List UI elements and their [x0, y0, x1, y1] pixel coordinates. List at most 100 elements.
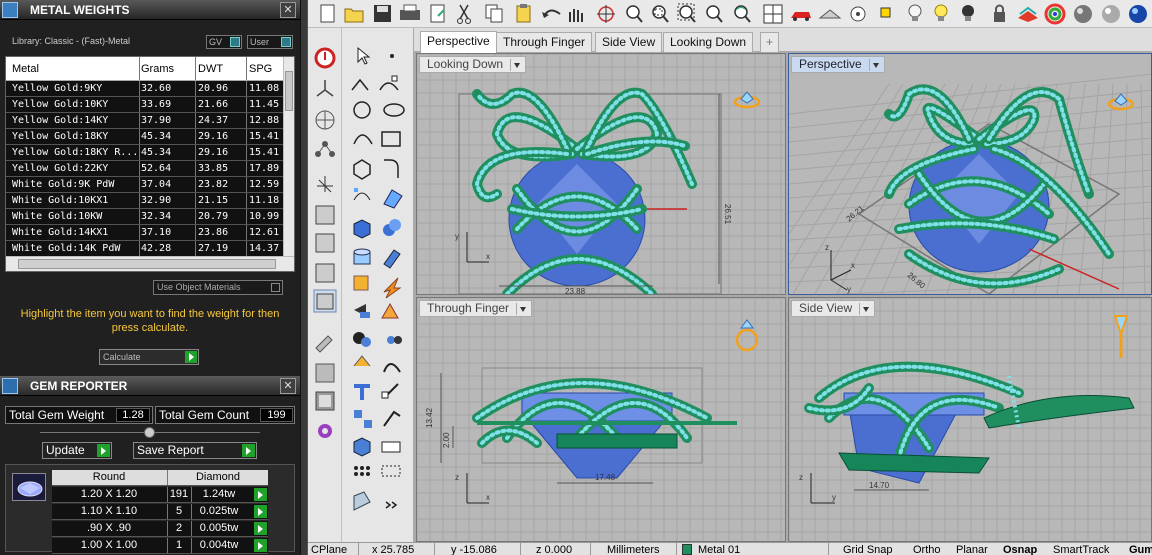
- four-viewports-icon[interactable]: [763, 4, 783, 24]
- metal-row[interactable]: White Gold:10KX1 32.90 21.15 11.18: [6, 193, 284, 209]
- cplane-label[interactable]: CPlane: [311, 543, 347, 555]
- light-bulb-icon[interactable]: [908, 4, 922, 21]
- chevron-down-icon[interactable]: [868, 59, 882, 71]
- text-icon[interactable]: [354, 384, 370, 400]
- add-tab-button[interactable]: +: [760, 32, 780, 52]
- puzzle-icon[interactable]: [353, 275, 369, 291]
- undo-view-icon[interactable]: [734, 5, 751, 23]
- through-finger-viewport-title[interactable]: Through Finger: [419, 300, 533, 317]
- named-cplanes-icon[interactable]: [818, 9, 842, 19]
- toggle-osnap-icon[interactable]: [850, 6, 866, 22]
- looking-down-viewport[interactable]: 23.88 26.51 y x Looking Down: [416, 53, 786, 295]
- metal-row[interactable]: Yellow Gold:18KY 45.34 29.16 15.41: [6, 129, 284, 145]
- analyze-icon[interactable]: [353, 355, 371, 367]
- points-icon[interactable]: [880, 7, 891, 18]
- select-pointer-icon[interactable]: [357, 46, 371, 65]
- chevron-down-icon[interactable]: [859, 303, 872, 315]
- update-button[interactable]: Update: [42, 442, 112, 459]
- circle-icon[interactable]: [353, 101, 371, 119]
- gem-row[interactable]: .90 X .90 2 0.005tw: [52, 521, 268, 537]
- col-spg[interactable]: SPG: [249, 63, 284, 75]
- chevron-down-icon[interactable]: [516, 303, 529, 315]
- save-icon[interactable]: [374, 5, 391, 22]
- edit-points-icon[interactable]: [353, 188, 371, 201]
- surface-icon[interactable]: [383, 189, 403, 209]
- gem-select-arrow-icon[interactable]: [254, 505, 267, 518]
- render-sphere-icon[interactable]: [1129, 5, 1147, 23]
- gear-icon[interactable]: [318, 424, 332, 438]
- gem-row[interactable]: 1.10 X 1.10 5 0.025tw: [52, 504, 268, 520]
- print-icon[interactable]: [400, 4, 420, 20]
- osnap-toggle[interactable]: Osnap: [1003, 543, 1037, 555]
- tab-side-view[interactable]: Side View: [595, 32, 663, 52]
- rectangle-icon[interactable]: [381, 131, 401, 147]
- tab-looking-down[interactable]: Looking Down: [663, 32, 754, 52]
- light-off-icon[interactable]: [962, 5, 974, 21]
- slider-handle[interactable]: [144, 427, 155, 438]
- box-view-right-icon[interactable]: [315, 263, 335, 283]
- surface-patch-icon[interactable]: [383, 249, 401, 269]
- side-view-viewport-title[interactable]: Side View: [791, 300, 876, 317]
- perspective-viewport-title[interactable]: Perspective: [791, 56, 885, 73]
- curve-icon[interactable]: [379, 75, 399, 91]
- looking-down-viewport-title[interactable]: Looking Down: [419, 56, 527, 73]
- gem-select-arrow-icon[interactable]: [254, 488, 267, 501]
- boolean-union-icon[interactable]: [383, 219, 401, 236]
- tab-perspective[interactable]: Perspective: [420, 31, 497, 53]
- stop-icon[interactable]: [314, 47, 336, 69]
- point-icon[interactable]: [390, 54, 394, 58]
- paste-icon[interactable]: [516, 4, 531, 23]
- light-bulb-on-icon[interactable]: [934, 4, 948, 21]
- grid-snap-toggle[interactable]: Grid Snap: [843, 543, 893, 555]
- col-dwt[interactable]: DWT: [198, 63, 244, 75]
- zoom-icon[interactable]: [626, 5, 643, 23]
- solid-box-icon[interactable]: [353, 219, 371, 239]
- lock-icon[interactable]: [994, 4, 1005, 23]
- side-view-viewport[interactable]: 14.70 z y Side View: [788, 297, 1152, 542]
- named-views-car-icon[interactable]: [791, 12, 811, 21]
- gem-report-slider[interactable]: [40, 427, 260, 438]
- edit-solid-icon[interactable]: [353, 491, 371, 511]
- user-toggle[interactable]: User: [247, 35, 293, 49]
- cut-icon[interactable]: [457, 4, 471, 24]
- edit-curve-icon[interactable]: [383, 410, 401, 427]
- render-box-icon[interactable]: [353, 437, 371, 457]
- fillet-icon[interactable]: [384, 159, 399, 178]
- polygon-icon[interactable]: [353, 159, 371, 180]
- gem-select-arrow-icon[interactable]: [254, 522, 267, 535]
- arc-icon[interactable]: [353, 134, 373, 145]
- metal-row[interactable]: White Gold:14K PdW 42.28 27.19 14.37: [6, 241, 284, 257]
- color-wheel-icon[interactable]: [1044, 3, 1066, 25]
- metal-row[interactable]: Yellow Gold:22KY 52.64 33.85 17.89: [6, 161, 284, 177]
- layout-icon[interactable]: [381, 441, 401, 453]
- smarttrack-toggle[interactable]: SmartTrack: [1053, 543, 1109, 555]
- mirror-icon[interactable]: [381, 302, 399, 319]
- open-folder-icon[interactable]: [344, 8, 364, 23]
- metal-row[interactable]: White Gold:10KW 32.34 20.79 10.99: [6, 209, 284, 225]
- ortho-toggle[interactable]: Ortho: [913, 543, 941, 555]
- cylinder-icon[interactable]: [353, 248, 371, 265]
- metal-row[interactable]: Yellow Gold:10KY 33.69 21.66 11.45: [6, 97, 284, 113]
- frame-tool-icon[interactable]: [315, 391, 335, 411]
- metal-weights-close-button[interactable]: ✕: [280, 2, 296, 18]
- metal-row[interactable]: Yellow Gold:9KY 32.60 20.96 11.08: [6, 81, 284, 97]
- save-report-button[interactable]: Save Report: [133, 442, 257, 459]
- through-finger-viewport[interactable]: 13.42 2.00 17.48 z x Through Finger: [416, 297, 786, 542]
- metal-row[interactable]: Yellow Gold:18KY R... 45.34 29.16 15.41: [6, 145, 284, 161]
- transform-icon[interactable]: [354, 304, 370, 318]
- layer-icon[interactable]: [1018, 6, 1038, 22]
- array-dots-icon[interactable]: [354, 466, 370, 476]
- axis-tripod-icon[interactable]: [316, 80, 334, 97]
- metal-row[interactable]: White Gold:14KX1 37.10 23.86 12.61: [6, 225, 284, 241]
- box-view-top-icon[interactable]: [315, 205, 335, 225]
- panel-divider[interactable]: [300, 0, 308, 555]
- boolean-icon[interactable]: [353, 332, 371, 347]
- zoom-selected-icon[interactable]: [706, 5, 723, 23]
- zoom-extents-icon[interactable]: [677, 3, 696, 23]
- grid-array-icon[interactable]: [354, 410, 372, 428]
- zoom-window-icon[interactable]: [652, 5, 669, 23]
- tab-through-finger[interactable]: Through Finger: [496, 32, 593, 52]
- move-axes-icon[interactable]: [317, 176, 333, 193]
- gem-row[interactable]: 1.20 X 1.20 191 1.24tw: [52, 487, 268, 503]
- gem-select-arrow-icon[interactable]: [254, 539, 267, 552]
